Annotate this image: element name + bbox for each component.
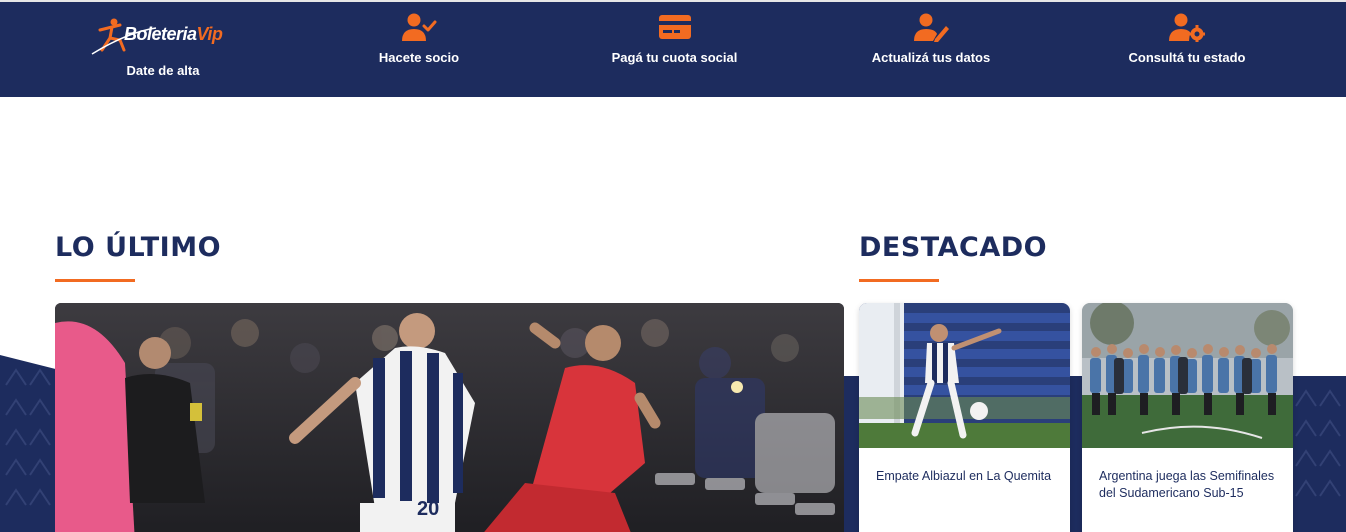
nav-paga-cuota[interactable]: Pagá tu cuota social (600, 2, 749, 99)
featured-card[interactable]: Argentina juega las Semifinales del Suda… (1082, 303, 1293, 532)
featured-section-title: DESTACADO (859, 232, 1048, 263)
user-gear-icon (1169, 12, 1205, 42)
signup-label: Date de alta (126, 63, 200, 78)
featured-card-image (859, 303, 1070, 448)
nav-label: Hacete socio (378, 50, 460, 65)
decorative-band-left (0, 355, 56, 532)
top-navigation-bar: BoleteriaVip Date de alta Hacete socio P… (0, 0, 1346, 97)
featured-card-caption: Argentina juega las Semifinales del Suda… (1099, 469, 1275, 500)
featured-card-caption: Empate Albiazul en La Quemita (876, 469, 1052, 483)
featured-card-image (1082, 303, 1293, 448)
nav-label: Consultá tu estado (1128, 50, 1246, 65)
latest-title-underline (55, 279, 135, 282)
svg-text:20: 20 (417, 498, 439, 520)
latest-hero-image[interactable]: 20 (55, 303, 844, 532)
latest-section-title: LO ÚLTIMO (55, 232, 222, 263)
user-edit-icon (913, 12, 949, 42)
nav-label: Actualizá tus datos (871, 50, 991, 65)
credit-card-icon (658, 12, 692, 42)
featured-card[interactable]: Empate Albiazul en La Quemita (859, 303, 1070, 532)
nav-actualiza-datos[interactable]: Actualizá tus datos (862, 2, 1000, 99)
user-check-icon (401, 12, 437, 42)
logo-wordmark: BoleteriaVip (124, 24, 223, 44)
nav-hacete-socio[interactable]: Hacete socio (370, 2, 468, 99)
boleteria-vip-signup[interactable]: BoleteriaVip Date de alta (88, 2, 238, 99)
featured-title-underline (859, 279, 939, 282)
nav-label: Pagá tu cuota social (611, 50, 738, 65)
nav-consulta-estado[interactable]: Consultá tu estado (1118, 2, 1256, 99)
